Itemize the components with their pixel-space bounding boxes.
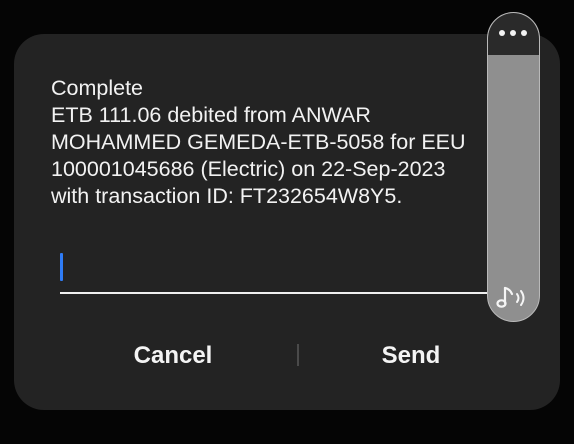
message-line: ETB 111.06 debited from ANWAR	[51, 103, 371, 127]
message-line: MOHAMMED GEMEDA-ETB-5058 for EEU	[51, 130, 466, 154]
side-panel-header	[488, 13, 539, 55]
message-line: 100001045686 (Electric) on 22-Sep-2023	[51, 157, 446, 181]
cancel-button[interactable]: Cancel	[98, 334, 248, 378]
actions-divider	[297, 344, 299, 366]
text-cursor	[60, 253, 63, 281]
side-panel-handle[interactable]	[487, 12, 540, 322]
reply-input[interactable]	[60, 246, 492, 294]
message-line: with transaction ID: FT232654W8Y5.	[51, 184, 403, 208]
audio-note-icon[interactable]	[494, 281, 532, 315]
dialog-actions: Cancel Send	[14, 334, 560, 378]
message-body: Complete ETB 111.06 debited from ANWAR M…	[51, 75, 511, 210]
send-button[interactable]: Send	[336, 334, 486, 378]
sms-popup-dialog: Complete ETB 111.06 debited from ANWAR M…	[14, 34, 560, 410]
message-status: Complete	[51, 76, 144, 100]
more-options-icon[interactable]	[488, 23, 538, 43]
